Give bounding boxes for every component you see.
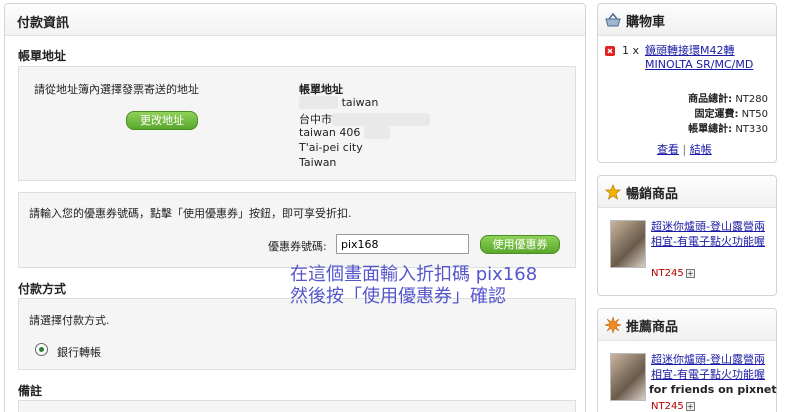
billing-prompt: 請從地址簿內選擇發票寄送的地址	[34, 83, 199, 96]
billing-address-box: 請從地址簿內選擇發票寄送的地址 更改地址 帳單地址 xxxxxx taiwan …	[18, 66, 576, 181]
bank-transfer-label: 銀行轉帳	[57, 346, 101, 359]
payment-method-prompt: 請選擇付款方式.	[29, 314, 110, 327]
coupon-box: 請輸入您的優惠券號碼，點擊「使用優惠券」按鈕，即可享受折扣. 優惠券號碼: 使用…	[18, 192, 576, 268]
watermark-text: for friends on pixnet	[649, 383, 777, 396]
bestseller-thumbnail[interactable]	[610, 220, 646, 268]
basket-icon	[605, 12, 621, 27]
bestsellers-header: 暢銷商品	[598, 176, 776, 208]
checkout-link[interactable]: 結帳	[690, 143, 712, 156]
expand-plus-icon[interactable]: +	[685, 401, 695, 411]
redacted-street: xxxxxxxxxxxxxxx	[332, 113, 430, 126]
coupon-label: 優惠券號碼:	[268, 240, 327, 253]
bestseller-price: NT245	[651, 268, 684, 279]
coupon-code-input[interactable]	[336, 234, 469, 254]
bestseller-price-row: NT245 +	[651, 266, 695, 279]
payment-info-panel: 付款資訊 帳單地址 請從地址簿內選擇發票寄送的地址 更改地址 帳單地址 xxxx…	[4, 3, 586, 412]
change-address-button[interactable]: 更改地址	[126, 111, 198, 130]
payment-method-box: 請選擇付款方式. 銀行轉帳	[18, 298, 576, 370]
cart-item-qty: 1 x	[622, 44, 640, 57]
billing-address-line-city: T'ai-pei city	[299, 141, 363, 154]
billing-address-line-postal: taiwan 406 xxxx	[299, 126, 390, 139]
subtotal-row: 商品總計: NT280	[688, 94, 768, 105]
bank-transfer-radio[interactable]	[35, 343, 48, 356]
coupon-instruction: 請輸入您的優惠券號碼，點擊「使用優惠券」按鈕，即可享受折扣.	[29, 207, 352, 220]
annotation-line-2: 然後按「使用優惠券」確認	[290, 286, 506, 307]
annotation-line-1: 在這個畫面輸入折扣碼 pix168	[290, 264, 538, 285]
view-cart-link[interactable]: 查看	[657, 143, 679, 156]
recommended-item-link[interactable]: 超迷你爐頭-登山露營兩相宜-有電子點火功能喔	[651, 352, 771, 382]
recommended-title: 推薦商品	[626, 320, 679, 335]
recommended-box: 推薦商品 超迷你爐頭-登山露營兩相宜-有電子點火功能喔 NT245 +	[597, 308, 777, 412]
billing-address-line-street: 台中市xxxxxxxxxxxxxxx	[299, 113, 430, 126]
remove-item-icon[interactable]	[605, 46, 615, 56]
cart-title: 購物車	[626, 15, 666, 30]
cart-actions: 查看 | 結帳	[657, 143, 712, 156]
billing-address-heading: 帳單地址	[299, 83, 343, 96]
billing-address-line-country: Taiwan	[299, 156, 337, 169]
notes-box	[18, 400, 576, 412]
bestsellers-box: 暢銷商品 超迷你爐頭-登山露營兩相宜-有電子點火功能喔 NT245 +	[597, 175, 777, 296]
cart-item-link[interactable]: 鏡頭轉接環M42轉MINOLTA SR/MC/MD	[645, 44, 773, 72]
apply-coupon-button[interactable]: 使用優惠券	[480, 235, 560, 254]
billing-section-title: 帳單地址	[18, 49, 67, 63]
redacted-postal: xxxx	[363, 126, 390, 139]
recommended-price-row: NT245 +	[651, 399, 695, 412]
burst-icon	[605, 317, 621, 333]
shipping-row: 固定運費: NT50	[694, 109, 768, 120]
recommended-thumbnail[interactable]	[610, 353, 646, 401]
payment-info-title: 付款資訊	[5, 4, 585, 36]
cart-header: 購物車	[598, 4, 776, 36]
expand-plus-icon[interactable]: +	[685, 268, 695, 278]
recommended-price: NT245	[651, 401, 684, 412]
notes-title: 備註	[18, 384, 43, 398]
bestsellers-title: 暢銷商品	[626, 187, 679, 202]
cart-totals: 商品總計: NT280 固定運費: NT50 帳單總計: NT330	[688, 92, 768, 137]
payment-method-title: 付款方式	[18, 282, 67, 296]
redacted-name: xxxxxx	[299, 96, 339, 109]
billing-address-line-name: xxxxxx taiwan	[299, 96, 379, 109]
star-icon	[605, 184, 621, 200]
cart-box: 購物車 1 x 鏡頭轉接環M42轉MINOLTA SR/MC/MD 商品總計: …	[597, 3, 777, 163]
total-row: 帳單總計: NT330	[688, 124, 768, 135]
recommended-header: 推薦商品	[598, 309, 776, 341]
bestseller-item-link[interactable]: 超迷你爐頭-登山露營兩相宜-有電子點火功能喔	[651, 219, 771, 249]
